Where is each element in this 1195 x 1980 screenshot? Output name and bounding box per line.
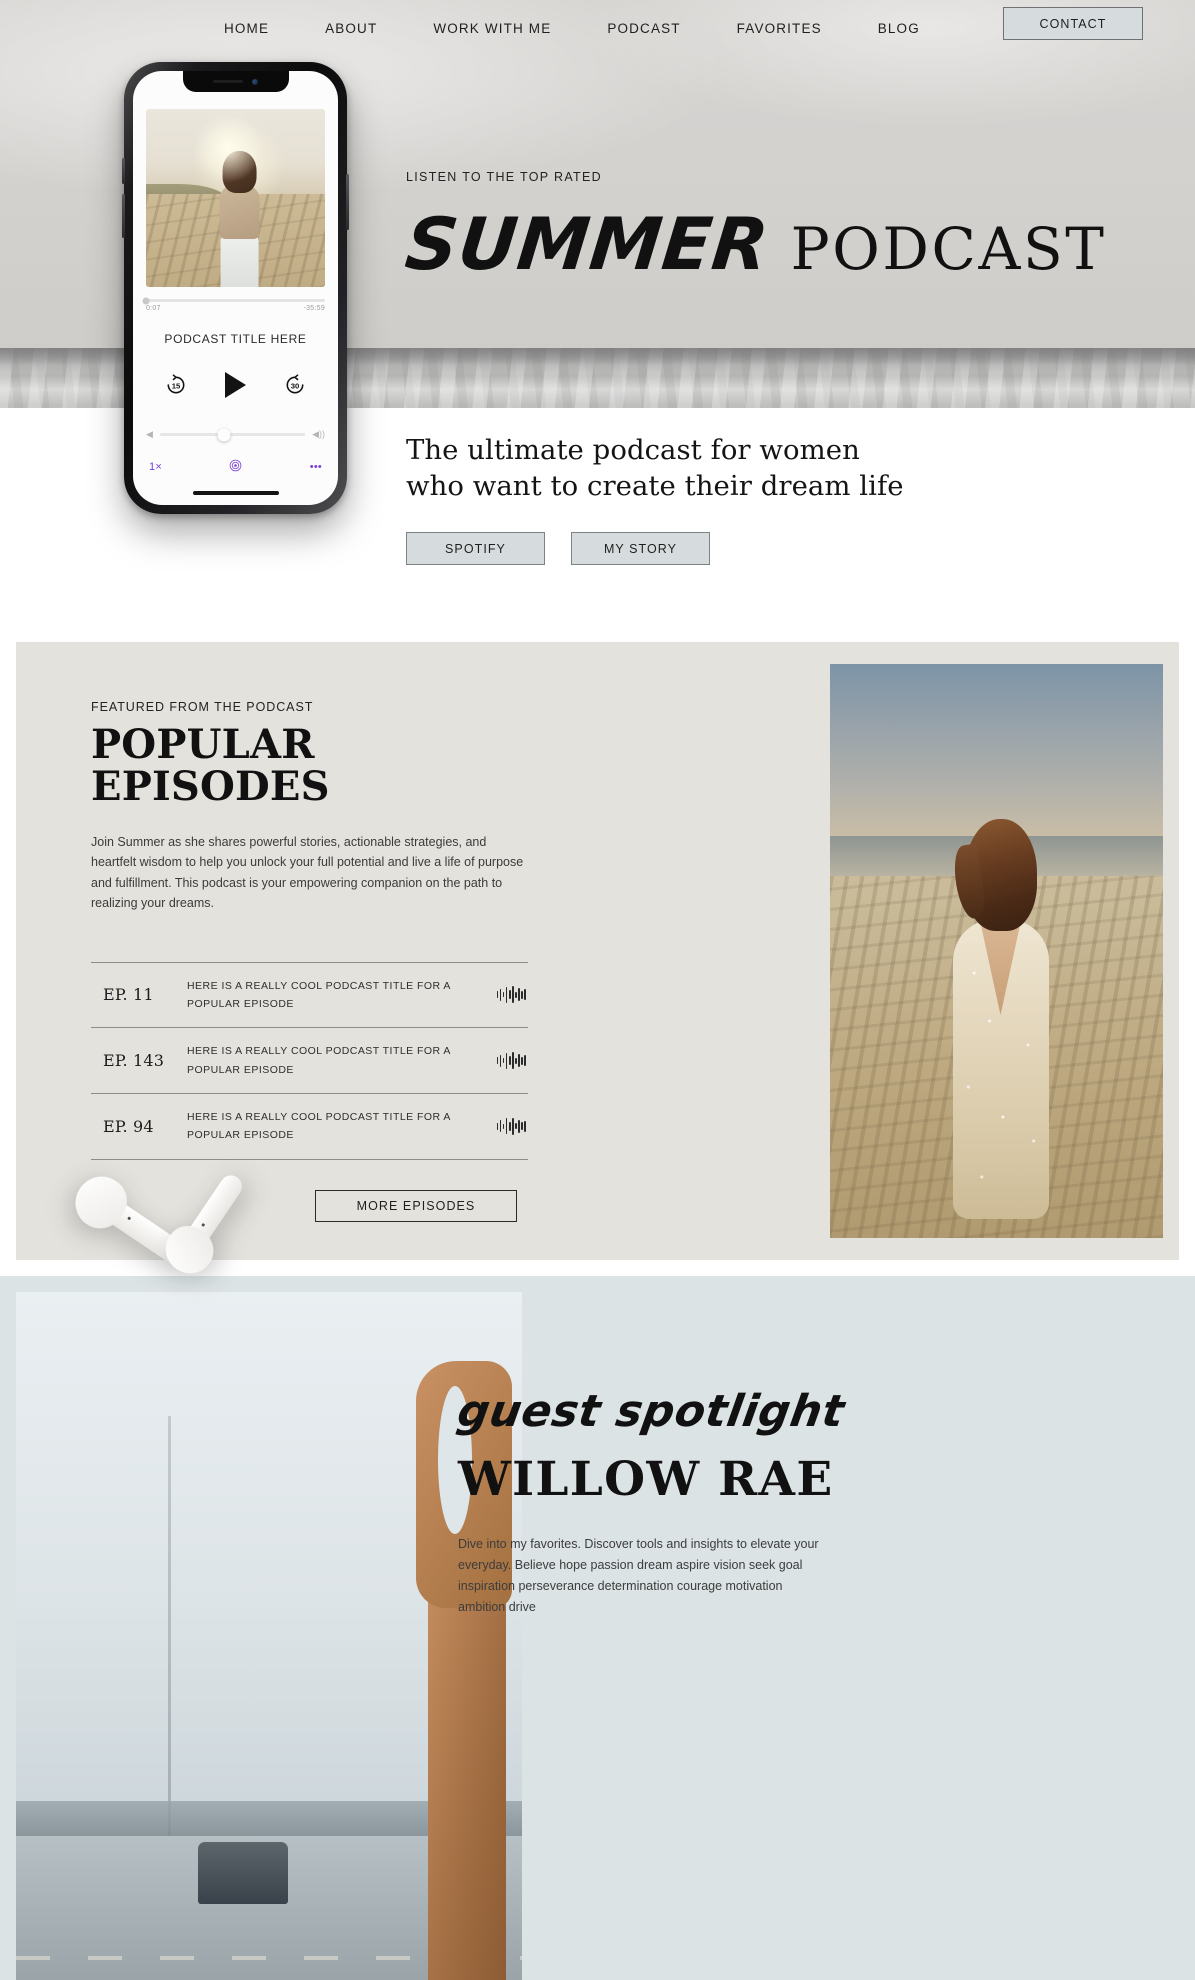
phone-power-button: [346, 174, 349, 230]
playback-progress: 0:07 -35:59: [142, 297, 325, 312]
volume-control: ◀ ◀)): [146, 428, 325, 441]
photo-hair: [964, 818, 1037, 931]
nav-links: HOME ABOUT WORK WITH ME PODCAST FAVORITE…: [196, 21, 948, 36]
podcast-landing-page: HOME ABOUT WORK WITH ME PODCAST FAVORITE…: [0, 0, 1195, 1980]
guest-photo: [16, 1292, 522, 1980]
skip-forward-30-icon[interactable]: 30: [284, 374, 306, 396]
phone-mockup: 0:07 -35:59 PODCAST TITLE HERE 15 30 ◀ ◀…: [122, 62, 349, 514]
home-indicator: [192, 491, 279, 495]
waveform-icon[interactable]: [492, 986, 526, 1004]
my-story-button[interactable]: MY STORY: [571, 532, 710, 565]
figure-top: [219, 185, 260, 239]
playback-speed-button[interactable]: 1×: [149, 461, 162, 473]
svg-text:15: 15: [172, 381, 181, 390]
table-row[interactable]: EP. 143 HERE IS A REALLY COOL PODCAST TI…: [91, 1028, 528, 1094]
guest-photo-pole: [167, 1415, 171, 1843]
episodes-body: Join Summer as she shares powerful stori…: [91, 835, 524, 911]
spotify-button[interactable]: SPOTIFY: [406, 532, 545, 565]
episodes-heading: POPULAR EPISODES: [91, 721, 330, 810]
hero-buttons: SPOTIFY MY STORY: [406, 532, 710, 565]
episode-number: EP. 143: [103, 1051, 165, 1071]
popular-episodes-section: FEATURED FROM THE PODCAST POPULAR EPISOD…: [16, 642, 1179, 1260]
episode-title: HERE IS A REALLY COOL PODCAST TITLE FOR …: [187, 1111, 451, 1142]
more-episodes-button[interactable]: MORE EPISODES: [315, 1189, 517, 1222]
hero-title-serif: PODCAST: [790, 215, 1107, 283]
earpiece-speaker-icon: [213, 79, 243, 84]
nav-item-podcast[interactable]: PODCAST: [579, 21, 708, 36]
playback-controls: 15 30: [133, 372, 338, 398]
photo-sky: [830, 664, 1163, 837]
volume-slider[interactable]: [159, 428, 306, 441]
photo-woman-figure: [925, 818, 1075, 1238]
episodes-feature-photo: [830, 664, 1163, 1238]
waveform-icon[interactable]: [492, 1117, 526, 1135]
guest-photo-forearm: [428, 1571, 506, 1980]
phone-notch: [182, 71, 289, 92]
player-bottom-bar: 1× •••: [149, 459, 322, 475]
episodes-kicker: FEATURED FROM THE PODCAST: [91, 700, 314, 714]
nav-item-blog[interactable]: BLOG: [850, 21, 948, 36]
nav-item-work-with-me[interactable]: WORK WITH ME: [405, 21, 579, 36]
track-title: PODCAST TITLE HERE: [164, 332, 307, 346]
episode-number: EP. 94: [103, 1116, 154, 1136]
guest-copy: guest spotlight WILLOW RAE Dive into my …: [454, 1386, 1078, 1617]
play-button-icon[interactable]: [225, 372, 246, 398]
episodes-content: FEATURED FROM THE PODCAST POPULAR EPISOD…: [91, 700, 528, 1222]
table-row[interactable]: EP. 11 HERE IS A REALLY COOL PODCAST TIT…: [91, 963, 528, 1029]
hero-kicker: LISTEN TO THE TOP RATED: [406, 170, 602, 184]
hero-tagline: The ultimate podcast for women who want …: [406, 432, 904, 505]
guest-photo-car: [198, 1842, 289, 1905]
volume-high-icon: ◀)): [312, 429, 325, 439]
nav-item-home[interactable]: HOME: [196, 21, 297, 36]
time-remaining: -35:59: [303, 305, 325, 312]
episode-title: HERE IS A REALLY COOL PODCAST TITLE FOR …: [187, 979, 451, 1010]
hero-tagline-line-1: The ultimate podcast for women: [406, 434, 860, 466]
hero-tagline-line-2: who want to create their dream life: [406, 470, 904, 503]
guest-spotlight-label: guest spotlight: [453, 1386, 849, 1437]
more-options-button[interactable]: •••: [310, 461, 322, 473]
waveform-icon[interactable]: [492, 1052, 526, 1070]
airplay-icon[interactable]: [229, 459, 242, 475]
phone-frame: 0:07 -35:59 PODCAST TITLE HERE 15 30 ◀ ◀…: [122, 62, 349, 514]
svg-text:30: 30: [291, 381, 300, 390]
skip-back-15-icon[interactable]: 15: [165, 374, 187, 396]
hero-title-script: SUMMER: [401, 202, 773, 286]
time-elapsed: 0:07: [146, 305, 161, 312]
nav-item-about[interactable]: ABOUT: [297, 21, 405, 36]
progress-knob[interactable]: [142, 297, 150, 304]
figure-skirt: [220, 235, 259, 287]
guest-spotlight-section: guest spotlight WILLOW RAE Dive into my …: [0, 1276, 1195, 1980]
volume-knob[interactable]: [217, 428, 231, 441]
guest-body: Dive into my favorites. Discover tools a…: [458, 1537, 819, 1614]
podcast-cover-art: [146, 109, 325, 287]
progress-bar[interactable]: [142, 297, 325, 304]
hero-title: SUMMER PODCAST: [402, 202, 1107, 286]
progress-times: 0:07 -35:59: [146, 305, 325, 312]
main-navigation: HOME ABOUT WORK WITH ME PODCAST FAVORITE…: [0, 0, 1195, 56]
cover-art-sun-flare: [192, 112, 265, 185]
contact-button[interactable]: CONTACT: [1003, 7, 1143, 40]
hero-copy: LISTEN TO THE TOP RATED SUMMER PODCAST: [402, 170, 1107, 286]
front-camera-icon: [252, 78, 258, 85]
nav-item-favorites[interactable]: FAVORITES: [709, 21, 850, 36]
episode-title: HERE IS A REALLY COOL PODCAST TITLE FOR …: [187, 1045, 451, 1076]
episode-number: EP. 11: [103, 985, 154, 1005]
volume-low-icon: ◀: [146, 429, 153, 439]
phone-screen: 0:07 -35:59 PODCAST TITLE HERE 15 30 ◀ ◀…: [133, 71, 338, 505]
episodes-list: EP. 11 HERE IS A REALLY COOL PODCAST TIT…: [91, 961, 528, 1160]
table-row[interactable]: EP. 94 HERE IS A REALLY COOL PODCAST TIT…: [91, 1094, 528, 1160]
guest-name: WILLOW RAE: [458, 1452, 834, 1507]
